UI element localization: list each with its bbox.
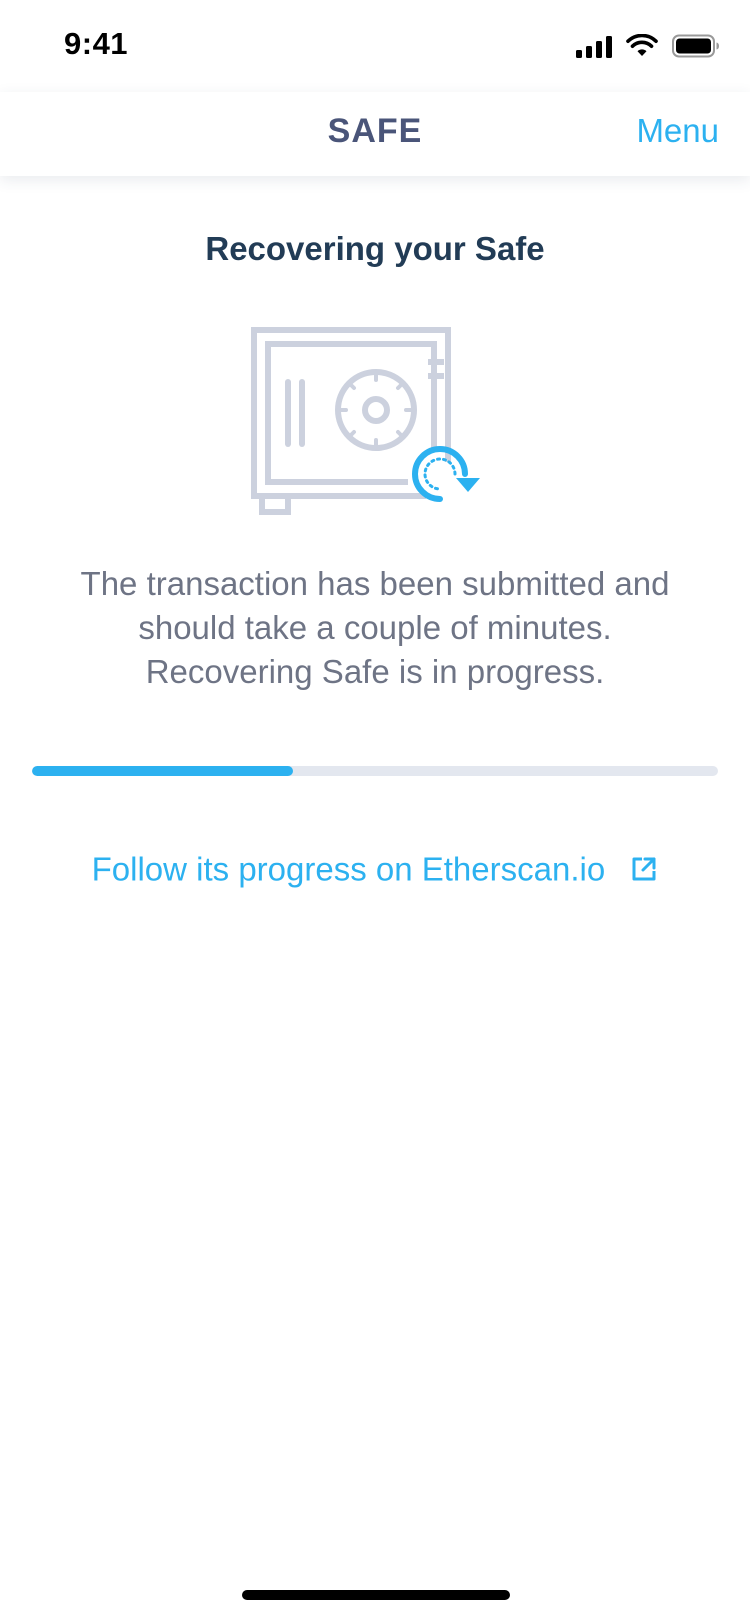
menu-button[interactable]: Menu [636, 112, 719, 150]
battery-icon [672, 34, 719, 58]
external-link-icon [632, 857, 656, 881]
status-description: The transaction has been submitted and s… [40, 562, 710, 694]
progress-fill [32, 766, 293, 776]
status-icons [576, 32, 720, 58]
progress-bar [32, 766, 718, 776]
status-bar: 9:41 [0, 0, 750, 92]
page-title: Recovering your Safe [205, 230, 545, 267]
description-line: should take a couple of minutes. [138, 609, 612, 646]
wifi-icon [626, 34, 658, 56]
navigation-bar: SAFE Menu [0, 92, 750, 176]
etherscan-link-label: Follow its progress on Etherscan.io [91, 850, 606, 888]
description-line: The transaction has been submitted and [80, 565, 670, 602]
description-line: Recovering Safe is in progress. [145, 653, 605, 690]
status-time: 9:41 [64, 26, 129, 61]
etherscan-link[interactable]: Follow its progress on Etherscan.io [0, 848, 750, 888]
cellular-signal-icon [576, 36, 612, 58]
safe-recovery-icon [251, 327, 480, 515]
home-indicator[interactable] [242, 1590, 510, 1600]
